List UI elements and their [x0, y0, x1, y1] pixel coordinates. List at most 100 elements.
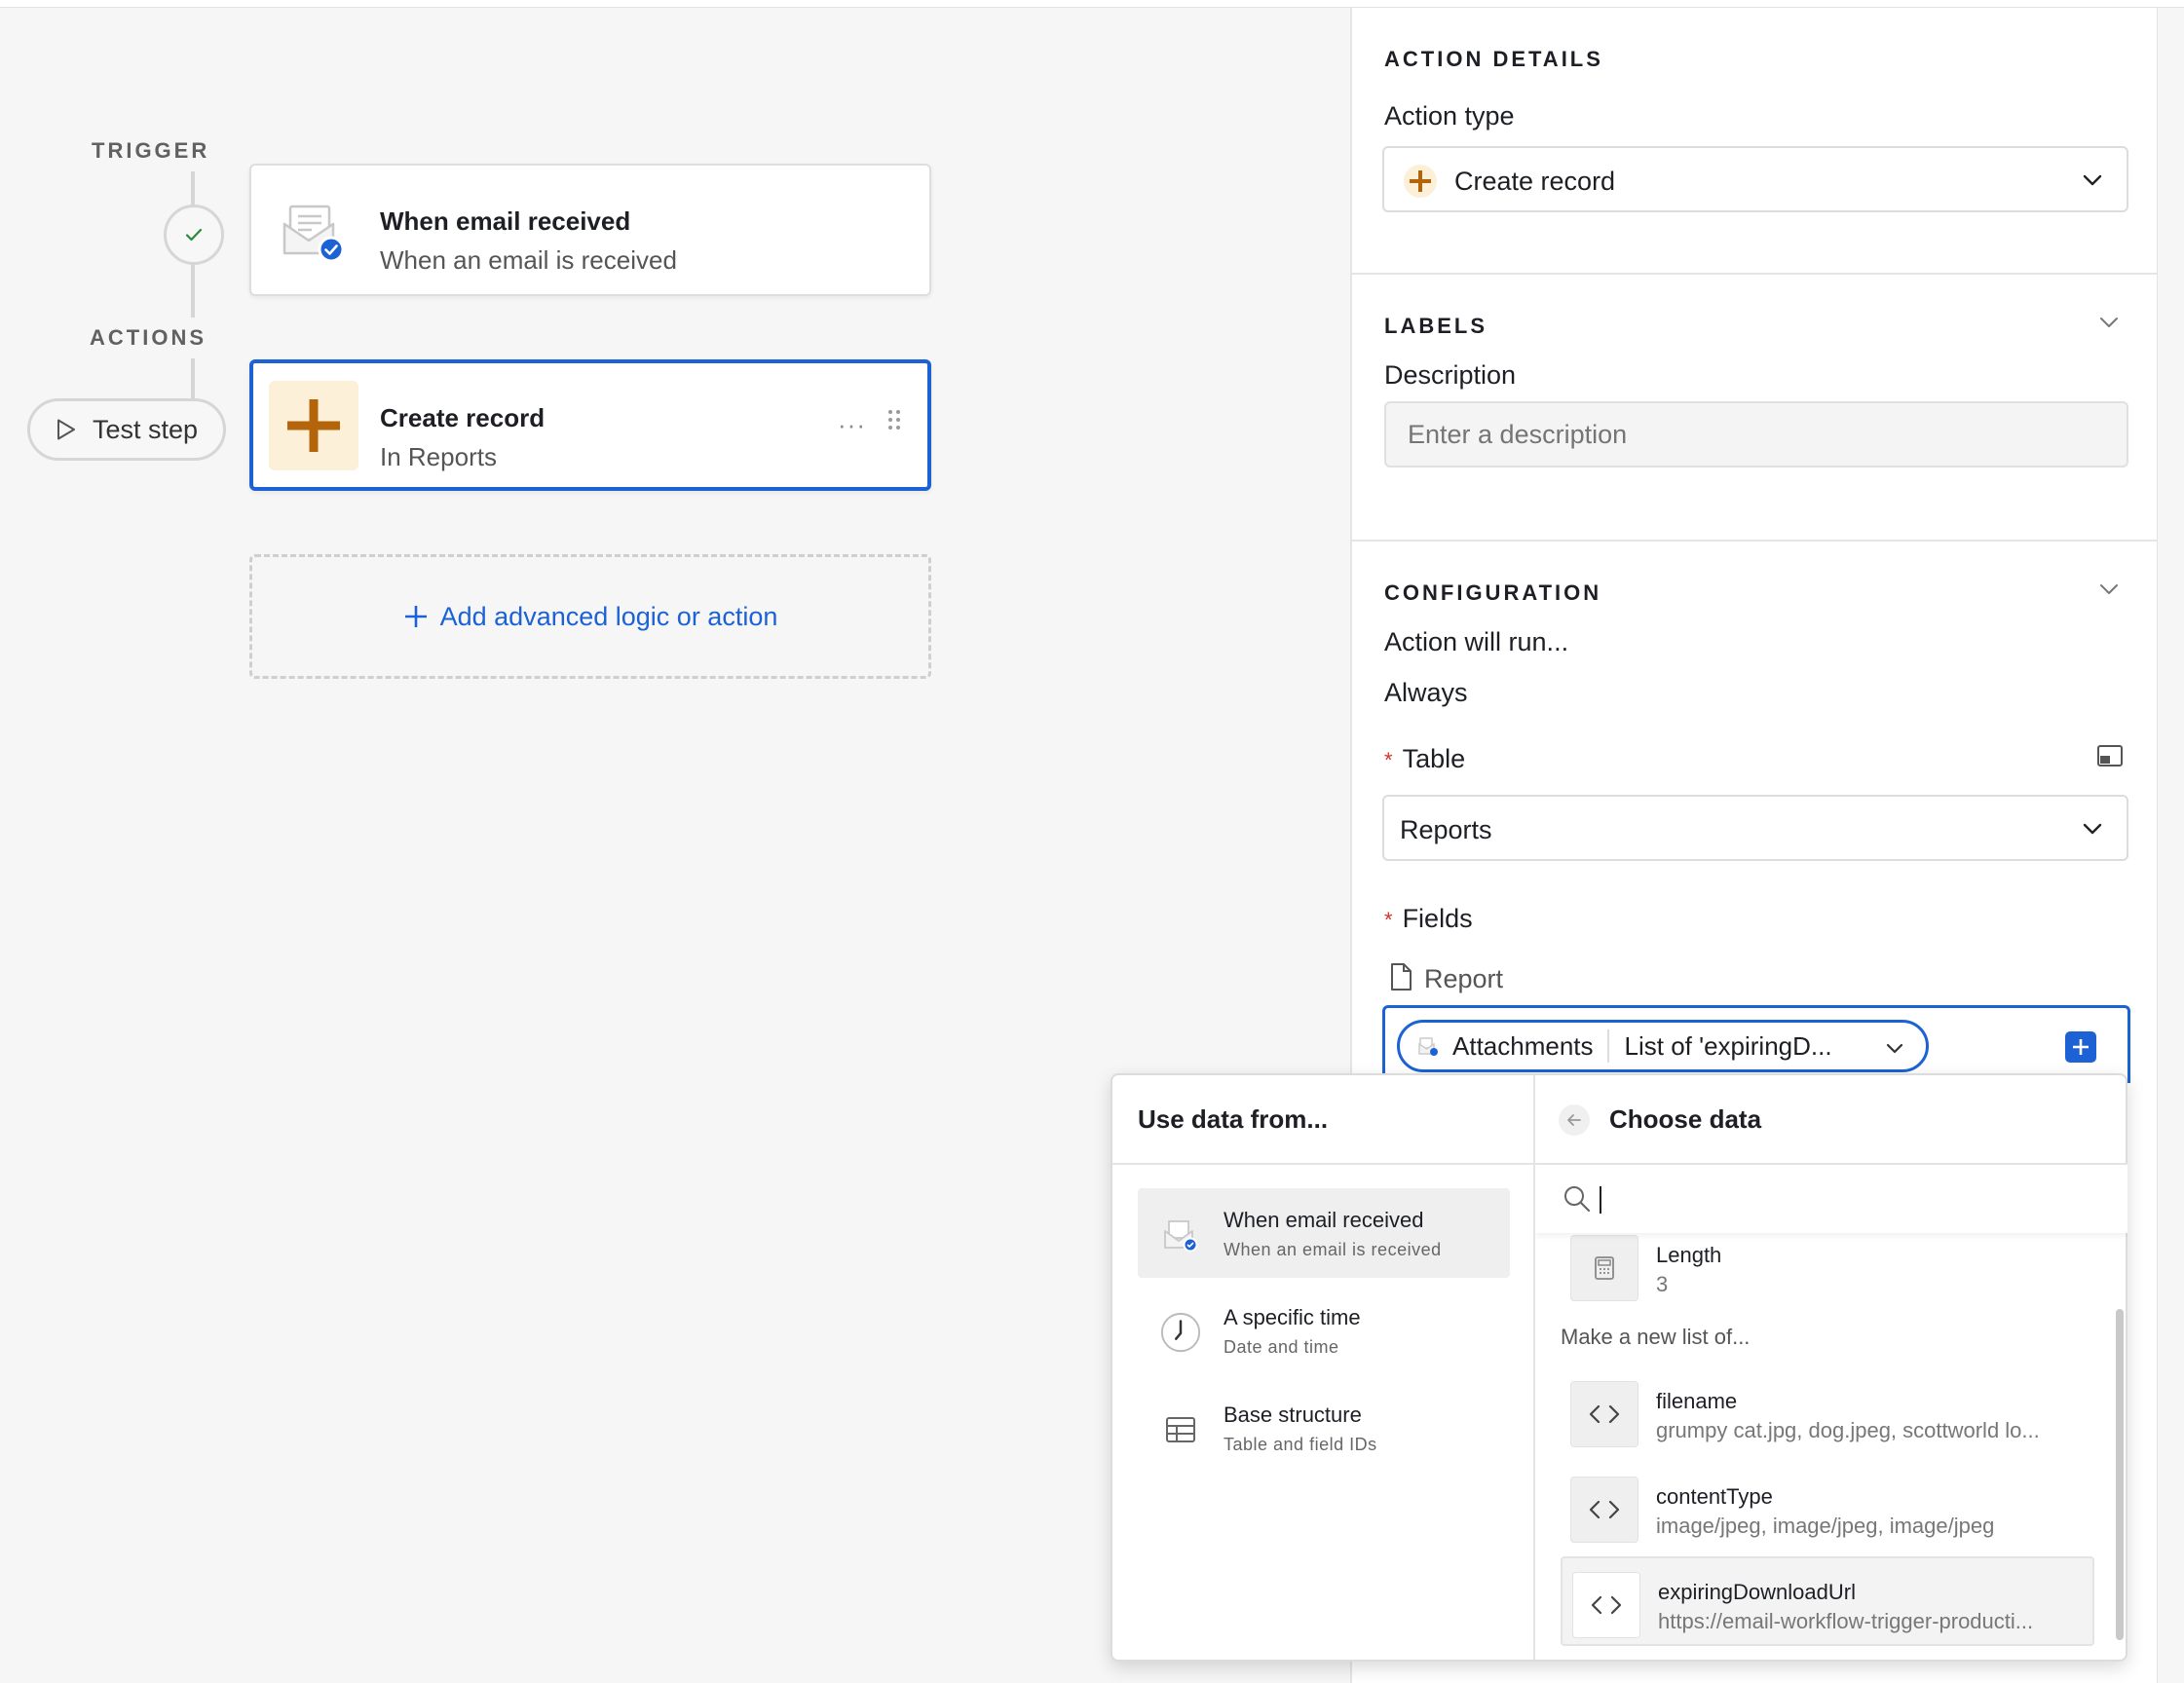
table-label: Table: [1402, 744, 1466, 773]
search-icon: [1564, 1186, 1591, 1213]
code-icon: [1570, 1381, 1638, 1447]
attachments-token[interactable]: Attachments List of 'expiringD...: [1397, 1020, 1929, 1072]
run-condition-value: Always: [1384, 678, 1468, 707]
expand-panel-icon[interactable]: [2096, 744, 2124, 767]
data-item-value: 3: [1656, 1272, 1669, 1296]
data-item-value: https://email-workflow-trigger-producti.…: [1658, 1609, 2034, 1633]
data-item-title: contentType: [1656, 1484, 1773, 1509]
required-marker: *: [1384, 748, 1393, 772]
source-subtitle: When an email is received: [1224, 1240, 1442, 1259]
source-title: When email received: [1224, 1208, 1424, 1232]
field-report-label: Report: [1424, 964, 1504, 993]
choose-data-column: Choose data Length 3 Make a new list of.…: [1535, 1075, 2128, 1660]
calculator-icon: [1570, 1235, 1638, 1301]
action-node-title: Create record: [380, 403, 546, 432]
add-token-button[interactable]: [2065, 1031, 2096, 1063]
top-bar: [0, 0, 2184, 8]
source-subtitle: Table and field IDs: [1224, 1435, 1377, 1454]
description-input[interactable]: [1384, 401, 2128, 468]
chevron-down-icon[interactable]: [2096, 577, 2122, 602]
trigger-node-title: When email received: [380, 206, 631, 236]
drag-handle-icon[interactable]: [886, 408, 902, 436]
table-icon: [1159, 1408, 1202, 1451]
fields-label-row: * Fields: [1384, 904, 1473, 934]
token-value-label: List of 'expiringD...: [1624, 1030, 1832, 1061]
data-item-value: grumpy cat.jpg, dog.jpeg, scottworld lo.…: [1656, 1418, 2040, 1442]
action-type-value: Create record: [1454, 167, 1616, 196]
add-advanced-logic-label: Add advanced logic or action: [439, 601, 778, 631]
divider: [1112, 1163, 1533, 1165]
test-step-button[interactable]: Test step: [27, 398, 226, 461]
text-cursor: [1600, 1186, 1601, 1214]
email-received-icon: [1418, 1037, 1438, 1056]
actions-label: ACTIONS: [90, 325, 207, 350]
action-type-label: Action type: [1384, 101, 1515, 131]
source-item-specific-time[interactable]: A specific time Date and time: [1138, 1286, 1510, 1375]
make-new-list-label: Make a new list of...: [1561, 1325, 1751, 1349]
description-label: Description: [1384, 360, 1517, 390]
plus-icon: [1404, 165, 1437, 198]
data-item-content-type[interactable]: contentType image/jpeg, image/jpeg, imag…: [1561, 1463, 2094, 1552]
test-step-label: Test step: [92, 414, 199, 444]
play-icon: [56, 419, 75, 440]
data-picker-popover: Use data from... When email received Whe…: [1111, 1073, 2128, 1662]
data-item-value: image/jpeg, image/jpeg, image/jpeg: [1656, 1514, 1995, 1538]
arrow-left-icon: [1567, 1114, 1581, 1126]
action-type-select[interactable]: Create record: [1382, 146, 2128, 212]
trigger-node-subtitle: When an email is received: [380, 245, 677, 275]
action-node-create-record[interactable]: Create record In Reports ···: [249, 359, 931, 491]
check-icon: [185, 228, 203, 242]
add-advanced-logic-button[interactable]: Add advanced logic or action: [249, 554, 931, 679]
data-item-title: filename: [1656, 1389, 1738, 1413]
labels-heading: LABELS: [1384, 314, 1487, 338]
plus-icon: [404, 606, 427, 627]
source-subtitle: Date and time: [1224, 1337, 1339, 1357]
use-data-from-heading: Use data from...: [1138, 1103, 1329, 1134]
action-details-heading: ACTION DETAILS: [1384, 47, 1603, 71]
source-title: Base structure: [1224, 1402, 1362, 1427]
data-item-title: Length: [1656, 1243, 1722, 1267]
email-received-icon: [1159, 1214, 1202, 1256]
required-marker: *: [1384, 908, 1393, 932]
plus-icon: [2073, 1039, 2089, 1055]
source-title: A specific time: [1224, 1305, 1361, 1329]
scrollbar[interactable]: [2116, 1309, 2124, 1640]
chevron-down-icon: [2083, 174, 2102, 186]
data-source-column: Use data from... When email received Whe…: [1112, 1075, 1535, 1660]
connector-line: [191, 358, 195, 401]
run-condition-label: Action will run...: [1384, 627, 1569, 656]
table-select[interactable]: Reports: [1382, 795, 2128, 861]
table-label-row: * Table: [1384, 744, 1465, 774]
configuration-heading: CONFIGURATION: [1384, 580, 1602, 605]
connector-line: [191, 265, 195, 318]
source-item-base-structure[interactable]: Base structure Table and field IDs: [1138, 1383, 1510, 1473]
connector-line: [191, 171, 195, 206]
data-item-title: expiringDownloadUrl: [1658, 1580, 1856, 1604]
table-value: Reports: [1400, 815, 1492, 844]
plus-icon: [269, 381, 358, 470]
source-item-email-trigger[interactable]: When email received When an email is rec…: [1138, 1188, 1510, 1278]
chevron-down-icon[interactable]: [1883, 1036, 1906, 1060]
report-field-input[interactable]: Attachments List of 'expiringD...: [1382, 1005, 2130, 1083]
clock-icon: [1159, 1311, 1202, 1354]
choose-data-heading: Choose data: [1609, 1103, 1762, 1134]
data-item-filename[interactable]: filename grumpy cat.jpg, dog.jpeg, scott…: [1561, 1367, 2094, 1457]
data-search-input[interactable]: [1535, 1165, 2128, 1233]
panel-gutter: [2157, 8, 2184, 1683]
trigger-node[interactable]: When email received When an email is rec…: [249, 164, 931, 296]
fields-label: Fields: [1402, 904, 1473, 933]
code-icon: [1572, 1572, 1640, 1638]
token-source-label: Attachments: [1452, 1030, 1594, 1061]
chevron-down-icon[interactable]: [2096, 310, 2122, 335]
trigger-label: TRIGGER: [92, 138, 210, 163]
chevron-down-icon: [2083, 823, 2102, 835]
more-options-icon[interactable]: ···: [838, 410, 866, 440]
trigger-status: [164, 205, 224, 265]
code-icon: [1570, 1477, 1638, 1543]
document-icon: [1391, 963, 1412, 991]
back-button[interactable]: [1559, 1104, 1590, 1136]
data-item-length[interactable]: Length 3: [1561, 1221, 2094, 1311]
action-node-subtitle: In Reports: [380, 442, 497, 471]
data-item-expiring-download-url[interactable]: expiringDownloadUrl https://email-workfl…: [1561, 1556, 2094, 1646]
email-received-icon: [269, 187, 358, 277]
